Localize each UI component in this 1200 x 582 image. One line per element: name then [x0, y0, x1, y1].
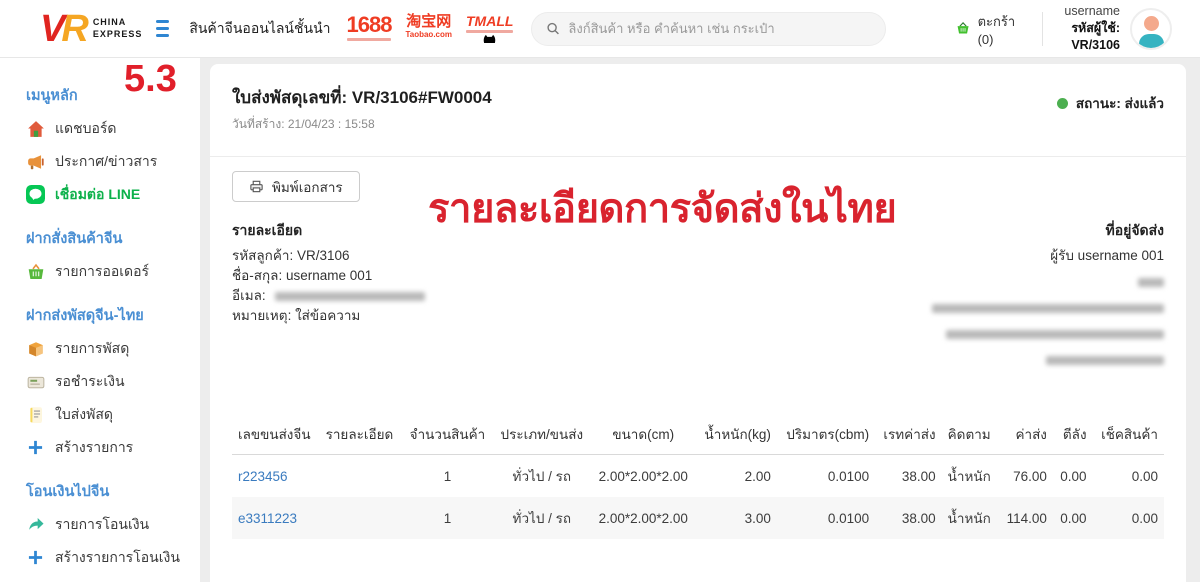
- brand-logo[interactable]: VR CHINA EXPRESS: [0, 10, 142, 48]
- cart-icon: [956, 19, 970, 38]
- marketplace-logos: 1688 淘宝网 Taobao.com TMALL: [347, 14, 514, 43]
- sidebar-section-china-orders: ฝากสั่งสินค้าจีน: [26, 227, 200, 250]
- line-icon: [26, 185, 45, 204]
- plus-icon: [26, 438, 45, 457]
- sidebar-item-create-transfer[interactable]: สร้างรายการโอนเงิน: [26, 541, 200, 574]
- main-area: ใบส่งพัสดุเลขที่: VR/3106#FW0004 วันที่ส…: [200, 58, 1200, 582]
- customer-name: ชื่อ-สกุล: username 001: [232, 266, 425, 286]
- cart-label: ตะกร้า (0): [978, 11, 1020, 47]
- dashboard-icon: [26, 119, 45, 138]
- invoice-title: ใบส่งพัสดุเลขที่: VR/3106#FW0004: [232, 84, 492, 111]
- user-menu[interactable]: username รหัสผู้ใช้: VR/3106: [1061, 3, 1120, 54]
- annotation-overlay-text: รายละเอียดการจัดส่งในไทย: [428, 176, 896, 240]
- invoice-created-date: วันที่สร้าง: 21/04/23 : 15:58: [232, 115, 492, 134]
- printer-icon: [249, 179, 264, 194]
- shipping-address: ที่อยู่จัดส่ง ผู้รับ username 001: [932, 220, 1164, 376]
- transfer-icon: [26, 515, 45, 534]
- plus-icon: [26, 548, 45, 567]
- print-button-label: พิมพ์เอกสาร: [272, 176, 343, 198]
- status-dot-icon: [1057, 98, 1068, 109]
- logo-tmall[interactable]: TMALL: [466, 14, 513, 43]
- user-id-text: รหัสผู้ใช้: VR/3106: [1061, 20, 1120, 54]
- app-root: VR CHINA EXPRESS สินค้าจีนออนไลน์ชั้นนำ …: [0, 0, 1200, 582]
- customer-code: รหัสลูกค้า: VR/3106: [232, 246, 425, 266]
- customer-details: รายละเอียด รหัสลูกค้า: VR/3106 ชื่อ-สกุล…: [232, 220, 425, 376]
- sidebar-section-parcel: ฝากส่งพัสดุจีน-ไทย: [26, 304, 200, 327]
- customer-email-line: อีเมล:: [232, 286, 425, 306]
- menu-toggle-icon[interactable]: [156, 20, 169, 37]
- sidebar-section-transfer: โอนเงินไปจีน: [26, 480, 200, 503]
- sidebar-item-transfer-list[interactable]: รายการโอนเงิน: [26, 508, 200, 541]
- details-heading: รายละเอียด: [232, 220, 425, 240]
- tracking-number-link[interactable]: r223456: [238, 469, 288, 484]
- sidebar-item-parcel-list[interactable]: รายการพัสดุ: [26, 332, 200, 365]
- email-label: อีเมล:: [232, 288, 266, 303]
- print-document-button[interactable]: พิมพ์เอกสาร: [232, 171, 360, 202]
- logo-tmall-subtext: [466, 30, 513, 33]
- section-divider: [210, 156, 1186, 157]
- logo-1688-subtext: [347, 38, 392, 41]
- sidebar-item-line-connect[interactable]: เชื่อมต่อ LINE: [26, 178, 200, 211]
- announcement-icon: [26, 152, 45, 171]
- brand-name: CHINA EXPRESS: [93, 17, 143, 40]
- sidebar-item-create-parcel[interactable]: สร้างรายการ: [26, 431, 200, 464]
- search-icon: [546, 21, 560, 36]
- recipient-line: ผู้รับ username 001: [932, 246, 1164, 266]
- table-header-row: เลขขนส่งจีน รายละเอียด จำนวนสินค้า ประเภ…: [232, 414, 1164, 455]
- annotation-step-number: 5.3: [124, 58, 177, 101]
- table-row: e3311223 1 ทั่วไป / รถ 2.00*2.00*2.00 3.…: [232, 497, 1164, 539]
- sidebar-item-pending-payment[interactable]: รอชำระเงิน: [26, 365, 200, 398]
- site-tagline: สินค้าจีนออนไลน์ชั้นนำ: [189, 18, 330, 40]
- logo-1688[interactable]: 1688: [347, 14, 392, 41]
- sidebar-item-dashboard[interactable]: แดชบอร์ด: [26, 112, 200, 145]
- sidebar-item-announcements[interactable]: ประกาศ/ข่าวสาร: [26, 145, 200, 178]
- redacted-address: [932, 272, 1164, 370]
- sidebar: เมนูหลัก แดชบอร์ด ประกาศ/ข่าวสาร เชื่อมต…: [0, 58, 200, 582]
- note-line: หมายเหตุ: ใส่ข้อความ: [232, 306, 425, 326]
- vr-logo: VR: [40, 10, 85, 48]
- header-divider: [1042, 12, 1043, 46]
- sidebar-item-delivery-note[interactable]: ใบส่งพัสดุ: [26, 398, 200, 431]
- document-icon: [26, 405, 45, 424]
- avatar[interactable]: [1130, 8, 1172, 50]
- shipment-items-table: เลขขนส่งจีน รายละเอียด จำนวนสินค้า ประเภ…: [232, 414, 1164, 539]
- basket-icon: [26, 262, 45, 281]
- tmall-cat-icon: [482, 34, 497, 43]
- invoice-card: ใบส่งพัสดุเลขที่: VR/3106#FW0004 วันที่ส…: [210, 64, 1186, 582]
- top-bar: VR CHINA EXPRESS สินค้าจีนออนไลน์ชั้นนำ …: [0, 0, 1200, 58]
- shipping-address-heading: ที่อยู่จัดส่ง: [932, 220, 1164, 240]
- package-icon: [26, 339, 45, 358]
- status-label: สถานะ: ส่งแล้ว: [1076, 92, 1164, 114]
- redacted-email: [275, 292, 425, 301]
- search-bar: [531, 12, 886, 46]
- username-text: username: [1061, 3, 1120, 20]
- payment-icon: [26, 372, 45, 391]
- sidebar-item-order-list[interactable]: รายการออเดอร์: [26, 255, 200, 288]
- cart-button[interactable]: ตะกร้า (0): [956, 11, 1020, 47]
- tracking-number-link[interactable]: e3311223: [238, 511, 297, 526]
- table-row: r223456 1 ทั่วไป / รถ 2.00*2.00*2.00 2.0…: [232, 455, 1164, 498]
- search-input[interactable]: [568, 21, 871, 36]
- status-badge: สถานะ: ส่งแล้ว: [1057, 92, 1164, 114]
- logo-taobao[interactable]: 淘宝网 Taobao.com: [405, 14, 452, 39]
